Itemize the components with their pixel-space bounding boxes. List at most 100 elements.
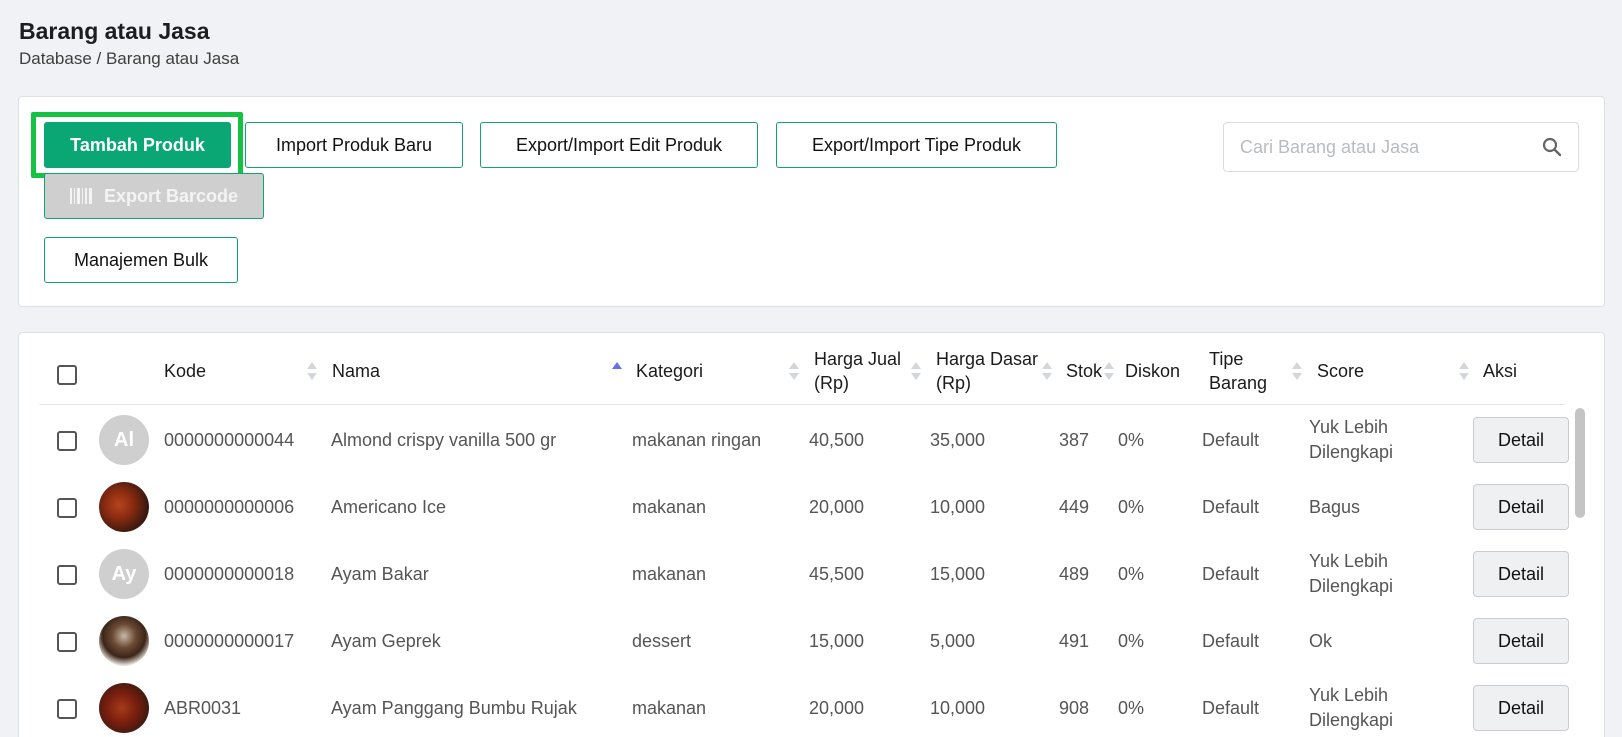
avatar: Ay bbox=[99, 549, 149, 599]
search-icon[interactable] bbox=[1542, 137, 1562, 157]
tipe-line-2: Barang bbox=[1209, 373, 1268, 393]
cell-harga-dasar: 5,000 bbox=[930, 631, 976, 651]
page-title: Barang atau Jasa bbox=[19, 18, 210, 44]
sort-icon[interactable] bbox=[307, 362, 317, 380]
score-line-2: Dilengkapi bbox=[1309, 576, 1394, 596]
column-header-diskon[interactable]: Diskon bbox=[1125, 359, 1180, 383]
cell-harga-jual: 45,500 bbox=[809, 564, 865, 584]
export-barcode-label: Export Barcode bbox=[103, 185, 239, 206]
row-checkbox[interactable] bbox=[57, 498, 77, 518]
sort-icon[interactable] bbox=[911, 362, 921, 380]
cell-score: Yuk Lebih Dilengkapi bbox=[1309, 683, 1393, 733]
column-header-nama[interactable]: Nama bbox=[332, 359, 380, 383]
search-box bbox=[1223, 122, 1579, 172]
sort-icon[interactable] bbox=[789, 362, 799, 380]
column-header-score[interactable]: Score bbox=[1317, 359, 1364, 383]
breadcrumb: Database / Barang atau Jasa bbox=[19, 49, 240, 68]
barcode-icon bbox=[69, 188, 92, 204]
cell-nama: Ayam Geprek bbox=[331, 631, 441, 651]
import-new-product-button[interactable]: Import Produk Baru bbox=[245, 122, 463, 168]
table-row: 0000000000006 Americano Ice makanan 20,0… bbox=[19, 474, 1579, 541]
cell-nama: Ayam Bakar bbox=[331, 564, 429, 584]
cell-stok: 491 bbox=[1059, 631, 1090, 651]
sort-icon[interactable] bbox=[1459, 362, 1469, 380]
table-scrollbar[interactable] bbox=[1575, 408, 1585, 518]
score-line-2: Dilengkapi bbox=[1309, 710, 1394, 730]
table-row: Ay 0000000000018 Ayam Bakar makanan 45,5… bbox=[19, 541, 1579, 608]
sort-icon[interactable] bbox=[1292, 362, 1302, 380]
cell-kategori: makanan bbox=[632, 698, 707, 718]
add-product-button[interactable]: Tambah Produk bbox=[44, 122, 231, 168]
product-image bbox=[99, 482, 149, 532]
cell-harga-dasar: 15,000 bbox=[930, 564, 986, 584]
cell-kode: 0000000000006 bbox=[164, 497, 295, 517]
export-import-edit-button[interactable]: Export/Import Edit Produk bbox=[480, 122, 758, 168]
cell-kode: 0000000000018 bbox=[164, 564, 295, 584]
harga-jual-line-2: (Rp) bbox=[814, 373, 849, 393]
cell-diskon: 0% bbox=[1118, 631, 1145, 651]
cell-kategori: dessert bbox=[632, 631, 692, 651]
cell-harga-jual: 15,000 bbox=[809, 631, 865, 651]
detail-button[interactable]: Detail bbox=[1473, 484, 1569, 530]
cell-diskon: 0% bbox=[1118, 497, 1145, 517]
row-checkbox[interactable] bbox=[57, 431, 77, 451]
column-header-kategori[interactable]: Kategori bbox=[636, 359, 703, 383]
detail-button[interactable]: Detail bbox=[1473, 551, 1569, 597]
table-row: Al 0000000000044 Almond crispy vanilla 5… bbox=[19, 407, 1579, 474]
avatar: Al bbox=[99, 415, 149, 465]
header-divider bbox=[39, 404, 1565, 405]
cell-harga-dasar: 10,000 bbox=[930, 497, 986, 517]
avatar-initials: Al bbox=[114, 428, 134, 451]
cell-score: Yuk Lebih Dilengkapi bbox=[1309, 415, 1393, 465]
product-image bbox=[99, 683, 149, 733]
cell-stok: 489 bbox=[1059, 564, 1090, 584]
toolbar-card: Tambah Produk Import Produk Baru Export/… bbox=[18, 96, 1605, 307]
detail-button[interactable]: Detail bbox=[1473, 685, 1569, 731]
cell-diskon: 0% bbox=[1118, 698, 1145, 718]
export-barcode-button[interactable]: Export Barcode bbox=[44, 173, 264, 219]
column-header-kode[interactable]: Kode bbox=[164, 359, 206, 383]
cell-stok: 449 bbox=[1059, 497, 1090, 517]
sort-asc-icon[interactable] bbox=[612, 362, 622, 380]
detail-button[interactable]: Detail bbox=[1473, 417, 1569, 463]
cell-kode: 0000000000017 bbox=[164, 631, 295, 651]
harga-dasar-line-1: Harga Dasar bbox=[936, 349, 1039, 369]
harga-dasar-line-2: (Rp) bbox=[936, 373, 971, 393]
cell-kode: 0000000000044 bbox=[164, 430, 295, 450]
bulk-management-button[interactable]: Manajemen Bulk bbox=[44, 237, 238, 283]
search-input[interactable] bbox=[1224, 123, 1524, 171]
avatar-initials: Ay bbox=[111, 562, 137, 585]
cell-diskon: 0% bbox=[1118, 430, 1145, 450]
cell-harga-jual: 40,500 bbox=[809, 430, 865, 450]
column-header-tipe-barang[interactable]: Tipe Barang bbox=[1209, 347, 1267, 395]
column-header-aksi: Aksi bbox=[1483, 361, 1518, 381]
cell-harga-dasar: 35,000 bbox=[930, 430, 986, 450]
score-line-1: Yuk Lebih bbox=[1309, 417, 1389, 437]
cell-kategori: makanan bbox=[632, 497, 707, 517]
column-header-harga-jual[interactable]: Harga Jual (Rp) bbox=[814, 347, 901, 395]
harga-jual-line-1: Harga Jual bbox=[814, 349, 902, 369]
select-all-checkbox[interactable] bbox=[57, 365, 77, 385]
column-header-stok[interactable]: Stok bbox=[1066, 359, 1102, 383]
product-image bbox=[99, 616, 149, 666]
row-checkbox[interactable] bbox=[57, 632, 77, 652]
row-checkbox[interactable] bbox=[57, 699, 77, 719]
cell-kategori: makanan ringan bbox=[632, 430, 762, 450]
cell-nama: Almond crispy vanilla 500 gr bbox=[331, 430, 557, 450]
cell-score: Bagus bbox=[1309, 497, 1361, 517]
cell-score: Yuk Lebih Dilengkapi bbox=[1309, 549, 1393, 599]
score-line-1: Yuk Lebih bbox=[1309, 685, 1389, 705]
sort-icon[interactable] bbox=[1042, 362, 1052, 380]
table-row: 0000000000017 Ayam Geprek dessert 15,000… bbox=[19, 608, 1579, 675]
cell-tipe: Default bbox=[1202, 631, 1260, 651]
export-import-type-button[interactable]: Export/Import Tipe Produk bbox=[776, 122, 1057, 168]
detail-button[interactable]: Detail bbox=[1473, 618, 1569, 664]
sort-icon[interactable] bbox=[1104, 362, 1114, 380]
table-row: ABR0031 Ayam Panggang Bumbu Rujak makana… bbox=[19, 675, 1579, 737]
cell-diskon: 0% bbox=[1118, 564, 1145, 584]
cell-stok: 908 bbox=[1059, 698, 1090, 718]
column-header-harga-dasar[interactable]: Harga Dasar (Rp) bbox=[936, 347, 1038, 395]
cell-kode: ABR0031 bbox=[164, 698, 242, 718]
row-checkbox[interactable] bbox=[57, 565, 77, 585]
cell-harga-dasar: 10,000 bbox=[930, 698, 986, 718]
